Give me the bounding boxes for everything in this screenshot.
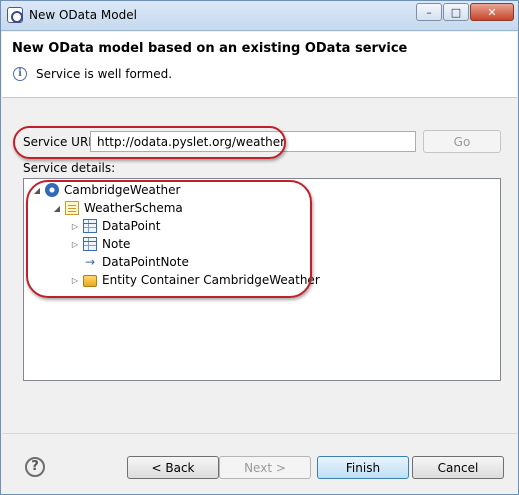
title-bar[interactable]: New OData Model – □ ✕ — [1, 1, 518, 31]
maximize-icon[interactable]: □ — [443, 3, 469, 21]
service-details-tree[interactable]: ◢ CambridgeWeather ◢ WeatherSchema ▷ Dat… — [23, 178, 501, 381]
tree-node-label: DataPoint — [102, 219, 161, 233]
service-url-label: Service URL: — [23, 135, 100, 149]
go-button[interactable]: Go — [423, 130, 501, 153]
expanded-arrow-icon[interactable]: ◢ — [32, 186, 42, 195]
tree-node-schema[interactable]: ◢ WeatherSchema — [52, 199, 183, 217]
eclipse-app-icon — [7, 7, 23, 23]
tree-node-label: Note — [102, 237, 131, 251]
tree-node-datapointnote[interactable]: → DataPointNote — [70, 253, 189, 271]
tree-node-note[interactable]: ▷ Note — [70, 235, 130, 253]
service-url-input[interactable] — [90, 131, 416, 152]
next-button[interactable]: Next > — [219, 456, 311, 479]
tree-node-label: WeatherSchema — [84, 201, 183, 215]
tree-node-label: CambridgeWeather — [64, 183, 181, 197]
window-title: New OData Model — [29, 8, 137, 22]
close-icon[interactable]: ✕ — [470, 3, 514, 21]
status-message: Service is well formed. — [36, 67, 173, 81]
tree-node-label: Entity Container CambridgeWeather — [102, 273, 320, 287]
cancel-button[interactable]: Cancel — [412, 456, 504, 479]
tree-node-label: DataPointNote — [102, 255, 189, 269]
info-icon: i — [13, 67, 27, 81]
collapsed-arrow-icon[interactable]: ▷ — [70, 276, 80, 285]
entity-type-icon — [83, 237, 97, 251]
page-title: New OData model based on an existing ODa… — [12, 41, 408, 56]
help-icon[interactable]: ? — [25, 457, 45, 477]
tree-node-entity-container[interactable]: ▷ Entity Container CambridgeWeather — [70, 271, 320, 289]
minimize-icon[interactable]: – — [416, 3, 442, 21]
expanded-arrow-icon[interactable]: ◢ — [52, 204, 62, 213]
container-folder-icon — [83, 275, 97, 287]
footer-divider — [2, 433, 517, 434]
wizard-window: New OData Model – □ ✕ New OData model ba… — [0, 0, 519, 495]
back-button[interactable]: < Back — [127, 456, 219, 479]
service-icon — [45, 183, 59, 197]
wizard-header: New OData model based on an existing ODa… — [2, 32, 517, 98]
tree-node-datapoint[interactable]: ▷ DataPoint — [70, 217, 160, 235]
finish-button[interactable]: Finish — [317, 456, 409, 479]
schema-icon — [65, 201, 79, 215]
tree-node-service[interactable]: ◢ CambridgeWeather — [32, 181, 180, 199]
service-details-label: Service details: — [23, 161, 116, 175]
collapsed-arrow-icon[interactable]: ▷ — [70, 222, 80, 231]
entity-type-icon — [83, 219, 97, 233]
association-arrow-icon: → — [84, 255, 96, 269]
collapsed-arrow-icon[interactable]: ▷ — [70, 240, 80, 249]
